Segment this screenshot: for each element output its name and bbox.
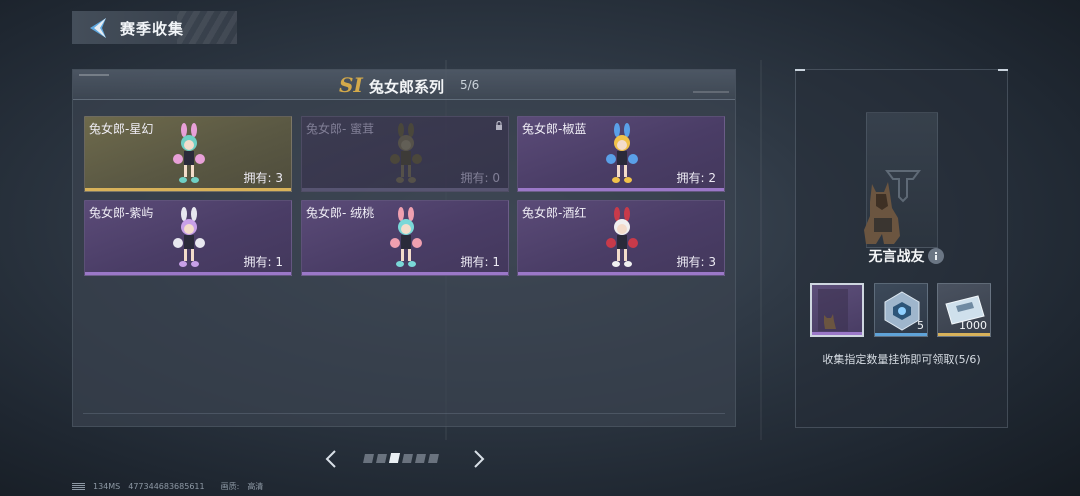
rarity-bar [938,333,990,336]
owned-count: 拥有: 1 [243,255,284,269]
background-pillar [760,60,762,440]
card-name: 兔女郎-酒红 [522,206,587,220]
dog-pendant-icon [864,182,900,244]
signal-icon [72,483,85,490]
collection-card[interactable]: 兔女郎- 蜜茸拥有: 0 [301,116,509,192]
owned-count: 拥有: 3 [676,255,717,269]
card-name: 兔女郎- 绒桃 [306,206,375,220]
owned-count: 拥有: 2 [676,171,717,185]
panel-header: SI 兔女郎系列 5/6 [73,70,735,100]
status-bar: 134MS 477344683685611 画质: 高清 [72,481,263,492]
reward-name: 无言战友 [868,249,925,265]
series-title: 兔女郎系列 [369,78,445,96]
card-name: 兔女郎-椒蓝 [522,122,587,136]
collection-card[interactable]: 兔女郎- 绒桃拥有: 1 [301,200,509,276]
bunny-figure-icon [173,123,205,183]
page-indicator [363,453,439,464]
reward-item-crate[interactable]: 5 [874,283,928,337]
quality-value: 高清 [247,482,264,491]
rarity-bar [302,272,508,275]
reward-item-ticket[interactable]: 1000 [937,283,991,337]
lock-icon [496,121,502,130]
dog-pendant-icon [818,289,848,331]
rarity-bar [812,332,862,335]
page-dot[interactable] [388,453,401,463]
header-stripes [177,11,237,44]
reward-item-pendant[interactable] [810,283,864,337]
reward-description: 收集指定数量挂饰即可领取(5/6) [822,353,981,366]
uid-text: 477344683685611 [128,482,205,491]
top-header: 赛季收集 [72,11,237,44]
ping-text: 134MS [93,482,121,491]
bunny-figure-icon [173,207,205,267]
quality-label: 画质: [220,482,240,491]
rarity-bar [85,188,291,191]
collection-panel: SI 兔女郎系列 5/6 兔女郎-星幻 拥有: 3 兔女郎- 蜜茸 拥有: 0 兔女郎-… [72,69,736,427]
corner-deco [998,69,1008,71]
collection-card[interactable]: 兔女郎-椒蓝拥有: 2 [517,116,725,192]
owned-count: 拥有: 3 [243,171,284,185]
info-icon[interactable] [928,248,944,264]
page-dot[interactable] [428,454,439,463]
corner-deco [795,69,805,71]
rarity-bar [302,188,508,191]
page-dot[interactable] [363,454,374,463]
series-progress: 5/6 [460,78,480,92]
card-name: 兔女郎- 蜜茸 [306,122,375,136]
bunny-figure-icon [390,123,422,183]
collection-card[interactable]: 兔女郎-紫屿拥有: 1 [84,200,292,276]
back-arrow-icon[interactable] [86,16,110,40]
rarity-bar [875,333,927,336]
owned-count: 拥有: 1 [460,255,501,269]
page-dot[interactable] [415,454,426,463]
reward-panel: 无言战友 5 1000 收集指定数量挂饰即可领取(5/6) [795,69,1008,428]
reward-count: 1000 [959,319,987,332]
collection-card[interactable]: 兔女郎-酒红拥有: 3 [517,200,725,276]
collection-card[interactable]: 兔女郎-星幻拥有: 3 [84,116,292,192]
card-name: 兔女郎-星幻 [89,122,154,136]
header-corner-deco [79,74,109,76]
rarity-bar [518,188,724,191]
next-page-icon[interactable] [468,448,488,470]
page-title: 赛季收集 [120,20,185,38]
rarity-bar [85,272,291,275]
prev-page-icon[interactable] [322,448,342,470]
panel-divider [83,413,725,414]
header-corner-deco [693,91,729,93]
bunny-figure-icon [606,207,638,267]
reward-count: 5 [917,319,924,332]
bunny-figure-icon [390,207,422,267]
page-dot[interactable] [402,454,413,463]
card-name: 兔女郎-紫屿 [89,206,154,220]
page-dot[interactable] [376,454,387,463]
rarity-bar [518,272,724,275]
bunny-figure-icon [606,123,638,183]
season-badge: SI [339,73,363,97]
owned-count: 拥有: 0 [460,171,501,185]
